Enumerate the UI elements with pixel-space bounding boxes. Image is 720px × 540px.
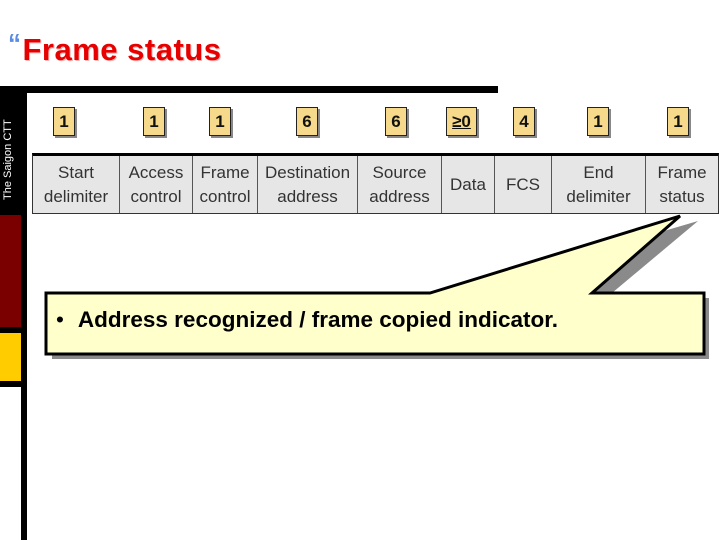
- callout-text: • Address recognized / frame copied indic…: [56, 307, 558, 333]
- bullet-icon: •: [56, 307, 64, 332]
- callout-shape: [44, 214, 709, 359]
- callout-text-content: Address recognized / frame copied indica…: [77, 307, 559, 332]
